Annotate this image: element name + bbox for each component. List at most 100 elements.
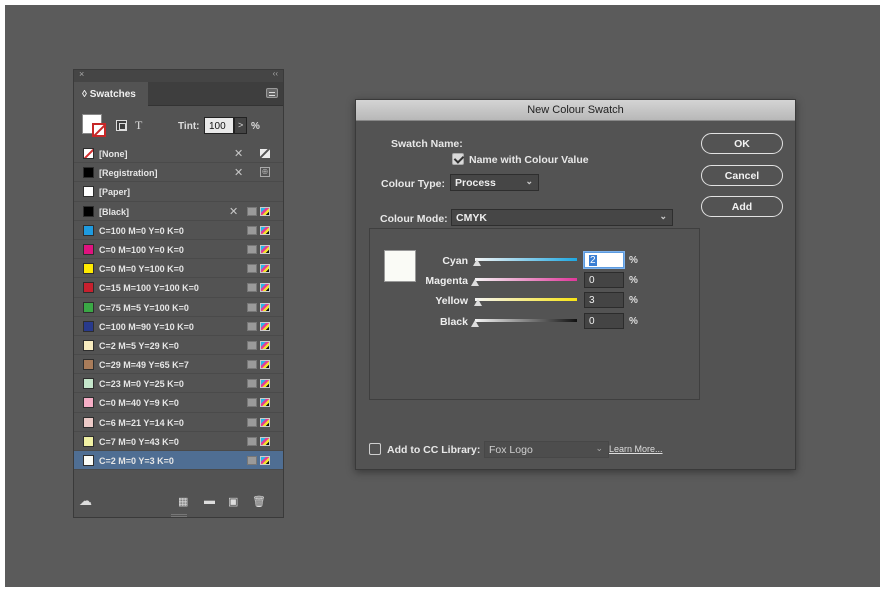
swatch-row[interactable]: C=75 M=5 Y=100 K=0	[74, 298, 283, 317]
collapse-icon[interactable]: ‹‹	[273, 69, 278, 78]
add-to-cc-library-checkbox[interactable]	[369, 443, 381, 455]
swatch-color-chip	[83, 416, 94, 428]
cmyk-mode-icon	[260, 244, 270, 254]
colour-mode-select[interactable]: CMYK ⌄	[451, 209, 673, 226]
value-input-black[interactable]: 0	[584, 313, 624, 329]
swatch-name: [Registration]	[99, 168, 158, 179]
non-editable-icon: ✕	[234, 148, 244, 160]
swatch-row[interactable]: [Black] ✕	[74, 202, 283, 221]
chevron-down-icon: ⌄	[659, 211, 667, 221]
value-text: 2	[589, 255, 597, 266]
swatch-color-chip	[83, 205, 94, 217]
cmyk-mode-icon	[260, 436, 270, 446]
slider-track-cyan[interactable]	[475, 258, 577, 261]
cc-library-select[interactable]: Fox Logo ⌄	[484, 441, 609, 458]
tab-swatches-label: Swatches	[89, 89, 136, 100]
cmyk-mode-icon	[260, 302, 270, 312]
swatch-row[interactable]: C=7 M=0 Y=43 K=0	[74, 432, 283, 451]
resize-grip[interactable]	[171, 514, 187, 517]
stroke-swatch-icon[interactable]	[92, 123, 106, 137]
slider-label-magenta: Magenta	[425, 275, 468, 287]
swatch-row[interactable]: C=2 M=0 Y=3 K=0	[74, 451, 283, 471]
percent-unit: %	[629, 275, 638, 286]
swatch-row[interactable]: C=6 M=21 Y=14 K=0	[74, 413, 283, 432]
slider-track-black[interactable]	[475, 319, 577, 322]
process-color-icon	[247, 302, 257, 312]
slider-label-yellow: Yellow	[435, 295, 468, 307]
cmyk-mode-icon	[260, 321, 270, 331]
tab-swatches[interactable]: ◊ Swatches	[74, 82, 148, 106]
swatch-name: C=15 M=100 Y=100 K=0	[99, 283, 199, 294]
swatch-color-chip	[83, 455, 94, 466]
swatch-name: C=0 M=100 Y=0 K=0	[99, 244, 184, 255]
cmyk-mode-icon	[260, 283, 270, 293]
formatting-text-icon[interactable]: T	[135, 118, 142, 133]
process-color-icon	[247, 436, 257, 446]
tint-label: Tint:	[178, 121, 200, 132]
cmyk-mode-icon	[260, 340, 270, 350]
percent-unit: %	[629, 295, 638, 306]
swatch-row[interactable]: C=100 M=0 Y=0 K=0	[74, 221, 283, 240]
slider-thumb-black[interactable]	[471, 320, 479, 327]
swatch-row[interactable]: C=23 M=0 Y=25 K=0	[74, 374, 283, 394]
value-input-magenta[interactable]: 0	[584, 272, 624, 288]
slider-thumb-yellow[interactable]	[474, 299, 483, 306]
add-to-cc-library-label: Add to CC Library:	[387, 444, 481, 456]
swatch-row[interactable]: [None] ✕	[74, 144, 283, 164]
show-swatch-kinds-icon[interactable]: ▦	[178, 495, 188, 508]
swatch-name-label: Swatch Name:	[391, 138, 463, 150]
colour-type-select[interactable]: Process ⌄	[450, 174, 539, 191]
fill-stroke-icon[interactable]	[82, 114, 108, 138]
name-with-colour-value-checkbox[interactable]	[452, 153, 464, 165]
value-text: 0	[589, 316, 595, 327]
non-editable-icon: ✕	[229, 205, 239, 218]
add-button[interactable]: Add	[701, 196, 783, 217]
learn-more-link[interactable]: Learn More...	[609, 444, 663, 454]
swatch-row[interactable]: C=0 M=100 Y=0 K=0	[74, 240, 283, 260]
ok-button[interactable]: OK	[701, 133, 783, 154]
trash-icon[interactable]: 🗑	[252, 495, 266, 508]
close-icon[interactable]: ×	[79, 69, 84, 79]
process-color-icon	[247, 417, 257, 427]
tint-input[interactable]: 100	[204, 117, 234, 134]
slider-thumb-cyan[interactable]	[473, 259, 482, 266]
dialog-title: New Colour Swatch	[356, 100, 795, 121]
swatch-row[interactable]: [Registration] ✕ ⊕	[74, 163, 283, 183]
swatch-row[interactable]: C=0 M=40 Y=9 K=0	[74, 393, 283, 413]
swatch-name: C=100 M=90 Y=10 K=0	[99, 321, 194, 332]
swatch-row[interactable]: [Paper]	[74, 182, 283, 202]
swatch-list: [None] ✕ [Registration] ✕ ⊕ [Paper] [Black] ✕ C=…	[74, 144, 283, 471]
swatch-row[interactable]: C=0 M=0 Y=100 K=0	[74, 259, 283, 279]
slider-thumb-magenta[interactable]	[471, 279, 479, 286]
process-color-icon	[247, 360, 257, 370]
tint-dropdown-button[interactable]: >	[234, 117, 247, 134]
value-input-cyan[interactable]: 2	[584, 252, 624, 268]
panel-titlebar: × ‹‹	[74, 69, 283, 82]
process-color-icon	[247, 244, 257, 254]
value-text: 0	[589, 275, 595, 286]
new-color-group-icon[interactable]: ▬	[204, 495, 215, 507]
process-color-icon	[247, 264, 257, 274]
process-color-icon	[247, 283, 257, 293]
swatch-row[interactable]: C=2 M=5 Y=29 K=0	[74, 336, 283, 356]
cmyk-mode-icon	[260, 264, 270, 274]
registration-icon: ⊕	[260, 167, 270, 178]
swatch-controls: T Tint: 100 > %	[74, 106, 283, 144]
cc-library-value: Fox Logo	[489, 444, 533, 456]
swatch-row[interactable]: C=100 M=90 Y=10 K=0	[74, 317, 283, 336]
new-swatch-icon[interactable]: ▣	[228, 495, 238, 508]
slider-track-yellow[interactable]	[475, 298, 577, 301]
swatch-row[interactable]: C=29 M=49 Y=65 K=7	[74, 355, 283, 375]
value-input-yellow[interactable]: 3	[584, 292, 624, 308]
slider-label-black: Black	[439, 316, 468, 328]
new-colour-swatch-dialog: New Colour Swatch Swatch Name: Name with…	[355, 99, 796, 470]
slider-track-magenta[interactable]	[475, 278, 577, 281]
formatting-container-icon[interactable]	[116, 120, 127, 131]
swatch-name: C=100 M=0 Y=0 K=0	[99, 225, 184, 236]
cc-library-icon[interactable]: ☁	[79, 493, 92, 509]
swatch-color-chip	[83, 167, 94, 179]
cancel-button[interactable]: Cancel	[701, 165, 783, 186]
panel-menu-icon[interactable]	[266, 88, 278, 98]
swatch-row[interactable]: C=15 M=100 Y=100 K=0	[74, 278, 283, 298]
swatch-color-chip	[83, 186, 94, 198]
